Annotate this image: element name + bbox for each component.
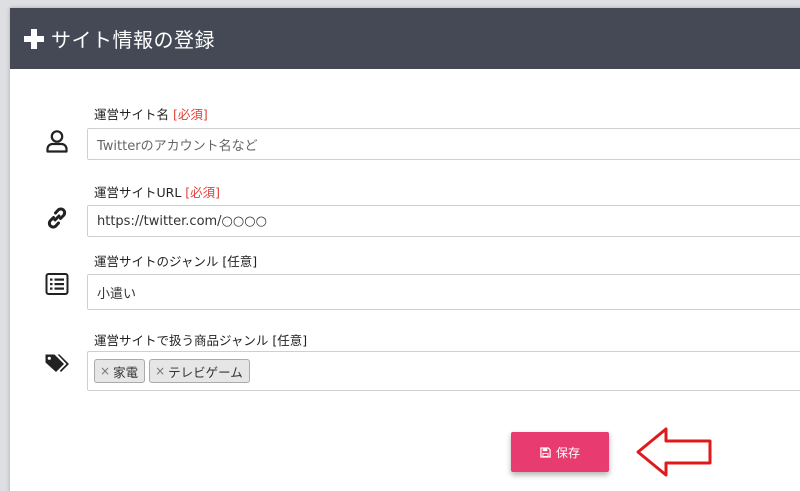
product-genre-label: 運営サイトで扱う商品ジャンル [任意] [94, 333, 308, 348]
product-genre-tag-input[interactable]: × 家電 × テレビゲーム [87, 351, 800, 391]
site-url-label: 運営サイトURL [必須] [94, 185, 221, 200]
site-name-input[interactable]: Twitterのアカウント名など [87, 128, 800, 160]
tag-chip[interactable]: × テレビゲーム [149, 359, 250, 383]
floppy-disk-icon [540, 446, 551, 458]
save-button[interactable]: 保存 [511, 432, 609, 472]
site-genre-select[interactable]: 小遣い [87, 274, 800, 310]
page-title: サイト情報の登録 [51, 28, 215, 52]
tag-remove-icon[interactable]: × [155, 364, 165, 378]
tags-icon [44, 350, 70, 376]
tag-chip[interactable]: × 家電 [94, 359, 146, 383]
site-name-label: 運営サイト名 [必須] [94, 107, 208, 122]
save-button-label: 保存 [555, 445, 580, 460]
tag-remove-icon[interactable]: × [100, 364, 110, 378]
site-url-input[interactable]: https://twitter.com/○○○○ [87, 205, 800, 237]
tag-label: 家電 [113, 364, 139, 380]
arrow-annotation [636, 427, 712, 477]
required-badge: [必須] [173, 107, 208, 122]
plus-icon [24, 28, 44, 49]
site-genre-label: 運営サイトのジャンル [任意] [94, 254, 258, 269]
tag-label: テレビゲーム [168, 364, 243, 380]
card-header: サイト情報の登録 [10, 8, 800, 69]
list-icon [44, 271, 70, 297]
link-icon [44, 205, 70, 231]
registration-card: サイト情報の登録 運営サイト名 [必須] Twitterのアカウント名など 運営… [10, 8, 800, 491]
required-badge: [必須] [185, 185, 221, 200]
user-icon [44, 128, 70, 154]
